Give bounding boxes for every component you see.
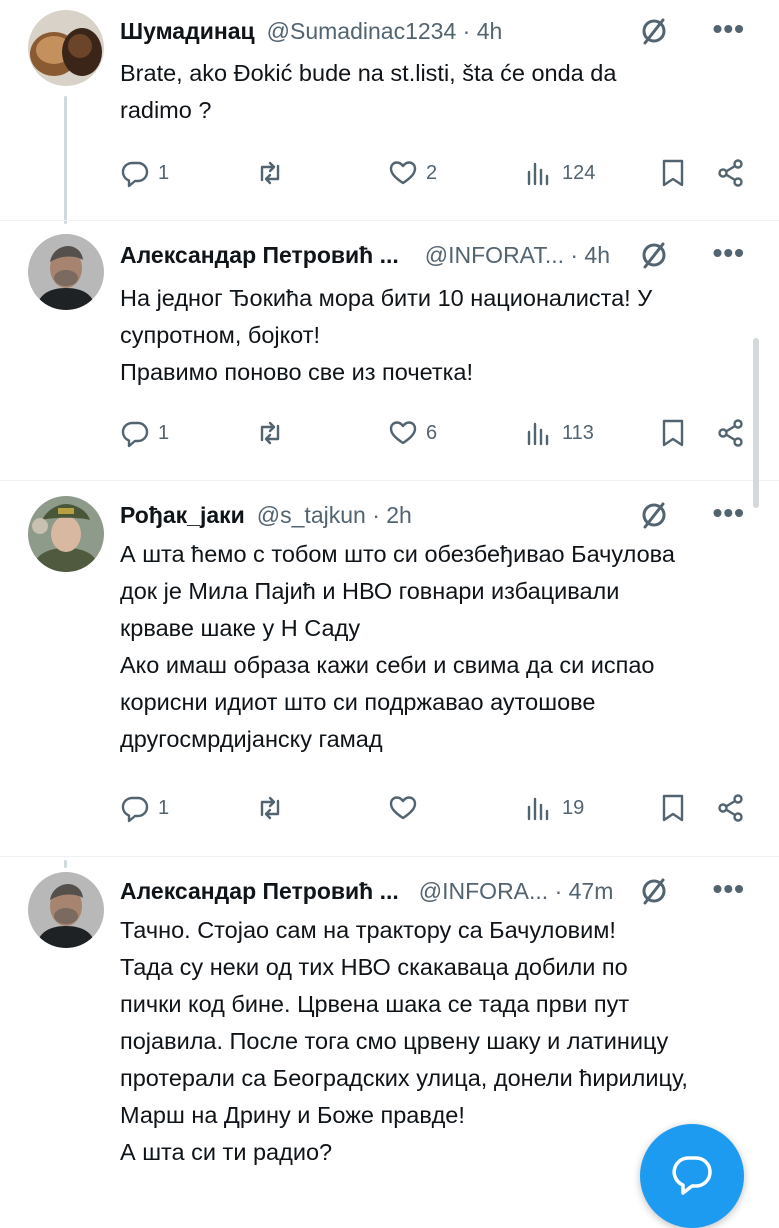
avatar[interactable] <box>28 496 104 572</box>
bookmark-button[interactable] <box>658 790 688 826</box>
tweet[interactable]: Александар Петровић ... @INFORAT... · 4h… <box>0 220 779 480</box>
general-avatar-icon <box>28 496 104 572</box>
retweet-button[interactable] <box>255 415 293 451</box>
grok-icon[interactable] <box>639 500 669 530</box>
retweet-icon <box>260 796 280 820</box>
reply-icon <box>121 421 149 448</box>
tweet[interactable]: Шумадинац @Sumadinac1234 · 4h ••• Brate,… <box>0 0 779 220</box>
reply-button[interactable]: 1 <box>120 415 169 451</box>
more-icon[interactable]: ••• <box>713 14 745 44</box>
grok-icon[interactable] <box>639 240 669 270</box>
retweet-icon <box>260 421 280 445</box>
tweet-text-line: Тада су неки од тих НВО скакаваца добили… <box>120 954 628 980</box>
heart-icon <box>389 161 417 185</box>
views-button[interactable]: 113 <box>524 415 594 451</box>
author-handle[interactable]: @INFORAT... · 4h <box>425 242 610 269</box>
tweet-text: А шта ћемо с тобом што си обезбеђивао Ба… <box>120 536 751 758</box>
more-icon[interactable]: ••• <box>713 238 745 268</box>
action-bar: 1 2 124 <box>120 155 755 191</box>
more-icon[interactable]: ••• <box>713 874 745 904</box>
man-avatar-icon <box>28 872 104 948</box>
grok-icon[interactable] <box>639 876 669 906</box>
heart-icon <box>389 421 417 445</box>
retweet-button[interactable] <box>255 155 293 191</box>
tweet-text-line: Brate, ako Đokić bude na st.listi, šta ć… <box>120 60 617 86</box>
share-icon <box>718 419 743 447</box>
author-handle[interactable]: @Sumadinac1234 · 4h <box>267 18 503 45</box>
reply-count: 1 <box>158 796 170 819</box>
views-button[interactable]: 124 <box>524 155 595 191</box>
tweet-text-line: А шта ћемо с тобом што си обезбеђивао Ба… <box>120 541 675 567</box>
like-button[interactable]: 6 <box>388 415 437 451</box>
view-count: 113 <box>562 421 594 444</box>
reply-icon <box>121 161 149 188</box>
reply-count: 1 <box>158 421 170 444</box>
tweet[interactable]: Рођак_јаки @s_tajkun · 2h ••• А шта ћемо… <box>0 480 779 856</box>
reply-icon <box>121 796 149 823</box>
like-button[interactable]: 2 <box>388 155 437 191</box>
more-icon[interactable]: ••• <box>713 498 745 528</box>
tweet-text-line: супротном, бојкот! <box>120 322 321 348</box>
tweet-text-line: Правимо поново све из почетка! <box>120 359 474 385</box>
retweet-icon <box>260 161 280 185</box>
views-icon <box>527 422 549 446</box>
bookmark-button[interactable] <box>658 155 688 191</box>
author-handle[interactable]: @s_tajkun · 2h <box>257 502 412 529</box>
bookmark-button[interactable] <box>658 415 688 451</box>
like-count: 6 <box>426 421 438 444</box>
tweet-text-line: Марш на Дрину и Боже правде! <box>120 1102 465 1128</box>
tweet-text-line: Тачно. Стојао сам на трактору са Бачулов… <box>120 917 616 943</box>
tweet-text: Тачно. Стојао сам на трактору са Бачулов… <box>120 912 751 1171</box>
view-count: 19 <box>562 796 585 819</box>
tweet-text: Brate, ako Đokić bude na st.listi, šta ć… <box>120 55 751 129</box>
man-avatar-icon <box>28 234 104 310</box>
tweet-text-line: крваве шаке у Н Саду <box>120 615 361 641</box>
action-bar: 1 19 <box>120 790 755 826</box>
tweet-text-line: radimo ? <box>120 97 212 123</box>
author-name[interactable]: Александар Петровић ... <box>120 878 399 905</box>
views-button[interactable]: 19 <box>524 790 584 826</box>
reply-button[interactable]: 1 <box>120 790 169 826</box>
tweet-text-line: појавила. После тога смо црвену шаку и л… <box>120 1028 669 1054</box>
tweet-text-line: пички код бине. Црвена шака се тада први… <box>120 991 630 1017</box>
views-icon <box>527 162 549 186</box>
grok-icon[interactable] <box>639 16 669 46</box>
tweet-text-line: другосмрдијанску гамад <box>120 726 383 752</box>
share-button[interactable] <box>716 155 746 191</box>
tweet-text-line: док је Мила Пајић и НВО говнари избацива… <box>120 578 620 604</box>
like-count: 2 <box>426 161 438 184</box>
share-button[interactable] <box>716 415 746 451</box>
tweet-text-line: корисни идиот што си подржавао аутошове <box>120 689 596 715</box>
reply-button[interactable]: 1 <box>120 155 169 191</box>
share-icon <box>718 794 743 822</box>
like-button[interactable] <box>388 790 426 826</box>
reply-count: 1 <box>158 161 170 184</box>
author-name[interactable]: Шумадинац <box>120 18 255 45</box>
avatar[interactable] <box>28 10 104 86</box>
tweet-text-line: Ако имаш образа кажи себи и свима да си … <box>120 652 655 678</box>
tweet-text-line: протерали са Београдских улица, донели ћ… <box>120 1065 688 1091</box>
bread-avatar-icon <box>28 10 104 86</box>
tweet-text: На једног Ђокића мора бити 10 националис… <box>120 280 751 391</box>
author-name[interactable]: Рођак_јаки <box>120 502 245 529</box>
views-icon <box>527 797 549 821</box>
heart-icon <box>389 796 417 820</box>
compose-reply-icon <box>672 1156 712 1195</box>
bookmark-icon <box>662 159 684 187</box>
tweet-text-line: На једног Ђокића мора бити 10 националис… <box>120 285 653 311</box>
action-bar: 1 6 113 <box>120 415 755 451</box>
view-count: 124 <box>562 161 596 184</box>
compose-reply-button[interactable] <box>640 1124 744 1228</box>
retweet-button[interactable] <box>255 790 293 826</box>
author-name[interactable]: Александар Петровић ... <box>120 242 399 269</box>
share-button[interactable] <box>716 790 746 826</box>
avatar[interactable] <box>28 872 104 948</box>
bookmark-icon <box>662 419 684 447</box>
avatar[interactable] <box>28 234 104 310</box>
bookmark-icon <box>662 794 684 822</box>
share-icon <box>718 159 743 187</box>
author-handle[interactable]: @INFORA... · 47m <box>419 878 614 905</box>
